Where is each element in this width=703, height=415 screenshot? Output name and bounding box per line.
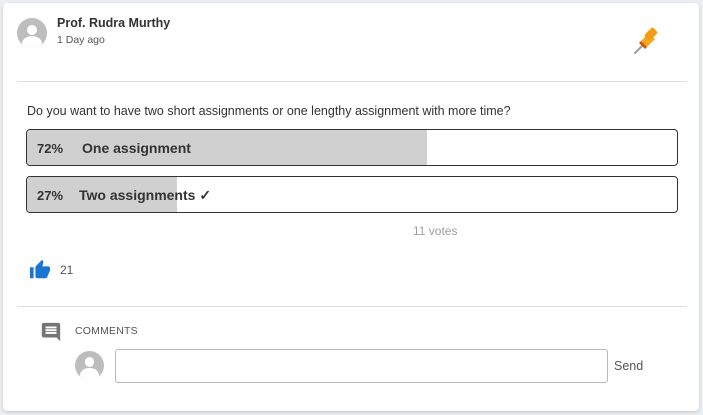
poll-option-percent: 72% (37, 141, 64, 156)
comments-divider (17, 306, 687, 307)
comment-icon (41, 322, 61, 342)
pushpin-icon[interactable] (629, 25, 663, 59)
vote-count: 11 votes (413, 224, 458, 238)
poll-option-percent: 27% (37, 188, 64, 203)
thumbs-up-icon[interactable] (29, 259, 51, 281)
poll-option-label: Two assignments ✓ (79, 187, 212, 203)
author-name: Prof. Rudra Murthy (57, 16, 171, 30)
user-avatar (75, 351, 104, 380)
poll-option-label: One assignment (82, 140, 191, 156)
poll-option-one-assignment[interactable]: 72% One assignment (26, 129, 678, 166)
poll-option-two-assignments[interactable]: 27% Two assignments ✓ (26, 176, 678, 213)
comments-label: COMMENTS (75, 325, 138, 337)
post-time: 1 Day ago (57, 34, 105, 46)
comment-input[interactable] (115, 349, 608, 383)
poll-question: Do you want to have two short assignment… (27, 104, 511, 118)
author-avatar (17, 18, 47, 48)
post-card: Prof. Rudra Murthy 1 Day ago Do you want… (3, 3, 699, 411)
header-divider (17, 81, 687, 82)
like-count: 21 (60, 263, 74, 277)
send-button[interactable]: Send (614, 359, 643, 373)
